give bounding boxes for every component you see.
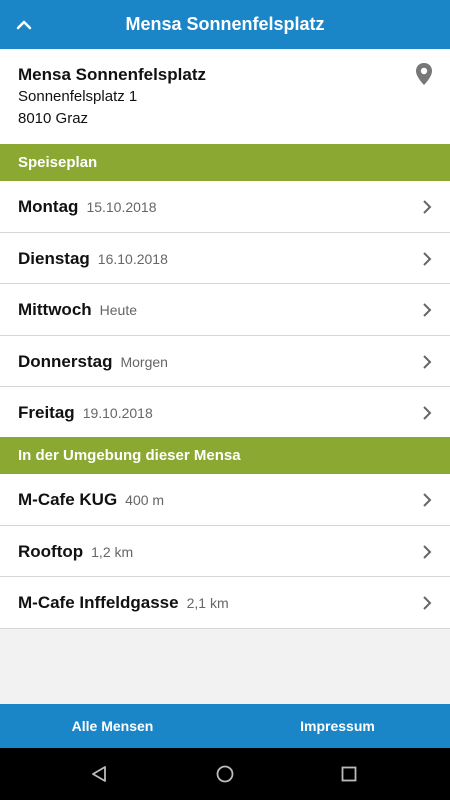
nearby-row-mcafe-inffeldgasse[interactable]: M-Cafe Inffeldgasse 2,1 km <box>0 577 450 629</box>
impressum-button[interactable]: Impressum <box>225 704 450 748</box>
day-list: Montag 15.10.2018 Dienstag 16.10.2018 Mitt… <box>0 181 450 439</box>
chevron-right-icon <box>423 251 432 266</box>
place-distance: 400 m <box>125 492 165 508</box>
place-distance: 1,2 km <box>91 543 134 560</box>
day-row-dienstag[interactable]: Dienstag 16.10.2018 <box>0 233 450 284</box>
place-name: M-Cafe KUG <box>18 490 118 509</box>
mensa-name: Mensa Sonnenfelsplatz <box>18 65 206 84</box>
app-bar: Mensa Sonnenfelsplatz <box>0 0 450 49</box>
mensa-info-card: Mensa Sonnenfelsplatz Sonnenfelsplatz 1 … <box>0 49 450 144</box>
day-date: 19.10.2018 <box>82 405 153 421</box>
chevron-right-icon <box>423 493 432 507</box>
back-icon[interactable] <box>90 764 110 784</box>
day-row-freitag[interactable]: Freitag 19.10.2018 <box>0 387 450 439</box>
recents-icon[interactable] <box>339 764 359 784</box>
map-pin-icon[interactable] <box>413 62 435 86</box>
nearby-row-rooftop[interactable]: Rooftop 1,2 km <box>0 526 450 577</box>
chevron-right-icon <box>423 354 432 369</box>
nearby-list: M-Cafe KUG 400 m Rooftop 1,2 km M-Cafe Inf… <box>0 474 450 629</box>
day-date: 15.10.2018 <box>86 199 157 215</box>
day-label: Dienstag <box>18 248 90 268</box>
day-label: Donnerstag <box>18 351 113 371</box>
nearby-row-mcafe-kug[interactable]: M-Cafe KUG 400 m <box>0 474 450 526</box>
mensa-city: 8010 Graz <box>18 110 89 127</box>
place-distance: 2,1 km <box>186 595 229 611</box>
place-name: M-Cafe Inffeldgasse <box>18 593 179 612</box>
day-date: Morgen <box>120 353 168 370</box>
system-nav-bar <box>0 748 450 800</box>
section-header-speiseplan: Speiseplan <box>0 144 450 181</box>
page-title: Mensa Sonnenfelsplatz <box>125 14 325 34</box>
day-row-montag[interactable]: Montag 15.10.2018 <box>0 181 450 233</box>
home-icon[interactable] <box>215 764 235 784</box>
day-row-donnerstag[interactable]: Donnerstag Morgen <box>0 336 450 387</box>
day-label: Montag <box>18 197 79 216</box>
place-name: Rooftop <box>18 541 84 561</box>
chevron-right-icon <box>423 596 432 610</box>
day-row-mittwoch[interactable]: Mittwoch Heute <box>0 284 450 336</box>
chevron-right-icon <box>423 406 432 420</box>
chevron-right-icon <box>423 303 432 317</box>
day-date: Heute <box>99 302 138 318</box>
bottom-bar: Alle Mensen Impressum <box>0 704 450 748</box>
all-mensen-button[interactable]: Alle Mensen <box>0 704 225 748</box>
day-label: Mittwoch <box>18 300 92 319</box>
chevron-right-icon <box>423 200 432 214</box>
mensa-street: Sonnenfelsplatz 1 <box>18 88 138 105</box>
day-label: Freitag <box>18 403 75 422</box>
day-date: 16.10.2018 <box>97 250 168 267</box>
chevron-right-icon <box>423 544 432 559</box>
section-header-nearby: In der Umgebung dieser Mensa <box>0 437 450 474</box>
